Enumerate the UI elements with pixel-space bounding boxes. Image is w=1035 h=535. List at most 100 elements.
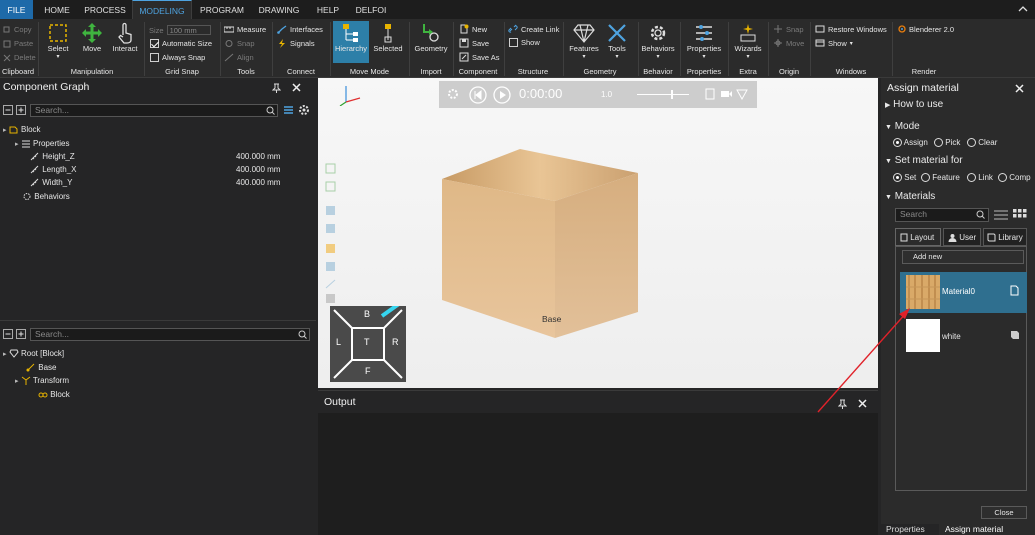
- measure-button[interactable]: Measure: [224, 25, 266, 34]
- properties-button[interactable]: Properties ▾: [684, 22, 724, 60]
- automatic-size-checkbox[interactable]: Automatic Size: [150, 39, 212, 48]
- blenderer-button[interactable]: Blenderer 2.0: [896, 24, 954, 34]
- view-cube-right[interactable]: R: [392, 337, 399, 347]
- restore-windows-button[interactable]: Restore Windows: [815, 24, 887, 34]
- feature-radio[interactable]: Feature: [921, 173, 960, 183]
- materials-section[interactable]: ▼ Materials: [885, 191, 935, 202]
- mode-pick-radio[interactable]: Pick: [934, 138, 960, 148]
- signals-button[interactable]: Signals: [277, 39, 315, 48]
- align-button[interactable]: Align: [224, 53, 254, 62]
- expand-all-icon[interactable]: [16, 105, 26, 115]
- assign-material-bottom-tab[interactable]: Assign material: [939, 524, 1035, 535]
- origin-snap-button[interactable]: Snap: [773, 24, 804, 34]
- save-component-button[interactable]: Save: [459, 38, 489, 48]
- material-item-material0[interactable]: Material0: [900, 272, 1027, 313]
- property-row-length-x[interactable]: Length_X: [30, 165, 77, 174]
- create-link-button[interactable]: Create Link: [508, 24, 559, 34]
- property-row-height-z[interactable]: Height_Z: [30, 152, 75, 161]
- cell-search-input[interactable]: Search...: [30, 328, 310, 341]
- expand-all-icon[interactable]: [16, 329, 26, 339]
- search-icon[interactable]: [976, 210, 985, 221]
- tree-node-transform[interactable]: ▸ Transform: [15, 376, 69, 386]
- property-row-width-y[interactable]: Width_Y: [30, 178, 72, 187]
- delete-button[interactable]: Delete: [3, 53, 36, 62]
- menu-tab-program[interactable]: PROGRAM: [196, 0, 248, 19]
- menu-tab-home[interactable]: HOME: [37, 0, 77, 19]
- set-radio[interactable]: Set: [893, 173, 916, 183]
- sim-settings-gear-icon[interactable]: [447, 88, 461, 102]
- pin-icon[interactable]: [271, 83, 282, 95]
- show-windows-button[interactable]: Show ▾: [815, 38, 853, 48]
- always-snap-checkbox[interactable]: Always Snap: [150, 53, 205, 62]
- view-cube-top[interactable]: T: [364, 337, 370, 347]
- paste-button[interactable]: Paste: [3, 39, 33, 48]
- material-search-input[interactable]: Search: [895, 208, 989, 222]
- search-icon[interactable]: [298, 330, 307, 341]
- pdf-icon[interactable]: [705, 88, 715, 100]
- video-camera-icon[interactable]: [720, 89, 733, 99]
- close-button[interactable]: Close: [981, 506, 1027, 519]
- view-cube-left[interactable]: L: [336, 337, 341, 347]
- new-component-button[interactable]: New: [459, 24, 487, 34]
- tree-node-behaviors[interactable]: Behaviors: [22, 192, 70, 201]
- library-tab[interactable]: Library: [983, 228, 1027, 246]
- save-as-component-button[interactable]: Save As: [459, 52, 500, 62]
- mode-section[interactable]: ▼ Mode: [885, 121, 920, 132]
- menu-tab-delfoi[interactable]: DELFOI: [350, 0, 392, 19]
- menu-tab-modeling[interactable]: MODELING: [132, 0, 192, 19]
- layout-tab[interactable]: Layout: [895, 228, 941, 246]
- mode-clear-radio[interactable]: Clear: [967, 138, 997, 148]
- import-geometry-button[interactable]: Geometry: [412, 22, 450, 53]
- wizards-button[interactable]: Wizards ▾: [731, 22, 765, 60]
- set-material-for-section[interactable]: ▼ Set material for: [885, 155, 963, 166]
- tree-node-block[interactable]: ▸ Block: [3, 125, 41, 134]
- mode-assign-radio[interactable]: Assign: [893, 138, 928, 148]
- collapse-all-icon[interactable]: [3, 329, 13, 339]
- hierarchy-mode-button[interactable]: Hierarchy: [333, 21, 369, 63]
- grid-view-icon[interactable]: [1012, 208, 1028, 223]
- interact-button[interactable]: Interact: [110, 22, 140, 53]
- reset-icon[interactable]: [469, 86, 487, 104]
- move-button[interactable]: Move: [78, 22, 106, 53]
- vr-icon[interactable]: [736, 88, 748, 100]
- filter-list-icon[interactable]: [283, 105, 294, 117]
- search-icon[interactable]: [266, 106, 275, 117]
- book-icon[interactable]: [1010, 330, 1020, 340]
- 3d-viewport[interactable]: 0:00:00 1.0 B L T R F Base: [318, 78, 878, 388]
- play-icon[interactable]: [493, 86, 511, 104]
- component-search-input[interactable]: Search...: [30, 104, 278, 117]
- menu-tab-file[interactable]: FILE: [0, 0, 33, 19]
- show-structure-checkbox[interactable]: Show: [509, 38, 540, 47]
- comp-radio[interactable]: Comp: [998, 173, 1035, 183]
- tree-node-base[interactable]: Base: [26, 363, 56, 372]
- menu-tab-drawing[interactable]: DRAWING: [252, 0, 306, 19]
- view-cube-front[interactable]: F: [365, 366, 371, 376]
- close-icon[interactable]: [292, 83, 301, 94]
- document-icon[interactable]: [1010, 285, 1019, 296]
- menu-tab-process[interactable]: PROCESS: [82, 0, 128, 19]
- settings-gear-icon[interactable]: [298, 104, 310, 118]
- collapse-all-icon[interactable]: [3, 105, 13, 115]
- features-button[interactable]: Features ▾: [566, 22, 602, 60]
- list-view-icon[interactable]: [993, 209, 1009, 223]
- tree-node-block-child[interactable]: Block: [38, 390, 70, 399]
- interfaces-button[interactable]: Interfaces: [277, 25, 323, 34]
- snap-button[interactable]: Snap: [224, 39, 255, 48]
- slider-thumb[interactable]: [671, 90, 673, 99]
- link-radio[interactable]: Link: [967, 173, 993, 183]
- origin-move-button[interactable]: Move: [773, 38, 804, 48]
- behaviors-button[interactable]: Behaviors ▾: [640, 22, 676, 60]
- tree-node-properties[interactable]: ▸ Properties: [15, 139, 69, 148]
- add-new-material-button[interactable]: Add new: [902, 250, 1024, 264]
- view-cube[interactable]: B L T R F: [330, 306, 406, 382]
- tree-node-root[interactable]: ▸ Root [Block]: [3, 349, 64, 359]
- selected-mode-button[interactable]: Selected: [371, 22, 405, 53]
- close-icon[interactable]: [1015, 84, 1024, 95]
- view-tools-icons[interactable]: [324, 160, 338, 310]
- material-item-white[interactable]: white: [900, 317, 1027, 353]
- how-to-use-section[interactable]: ▶ How to use: [885, 99, 943, 110]
- view-cube-back[interactable]: B: [364, 309, 370, 319]
- user-tab[interactable]: User: [943, 228, 981, 246]
- properties-bottom-tab[interactable]: Properties: [881, 524, 939, 535]
- grid-size-field[interactable]: Size 100 mm: [149, 25, 211, 35]
